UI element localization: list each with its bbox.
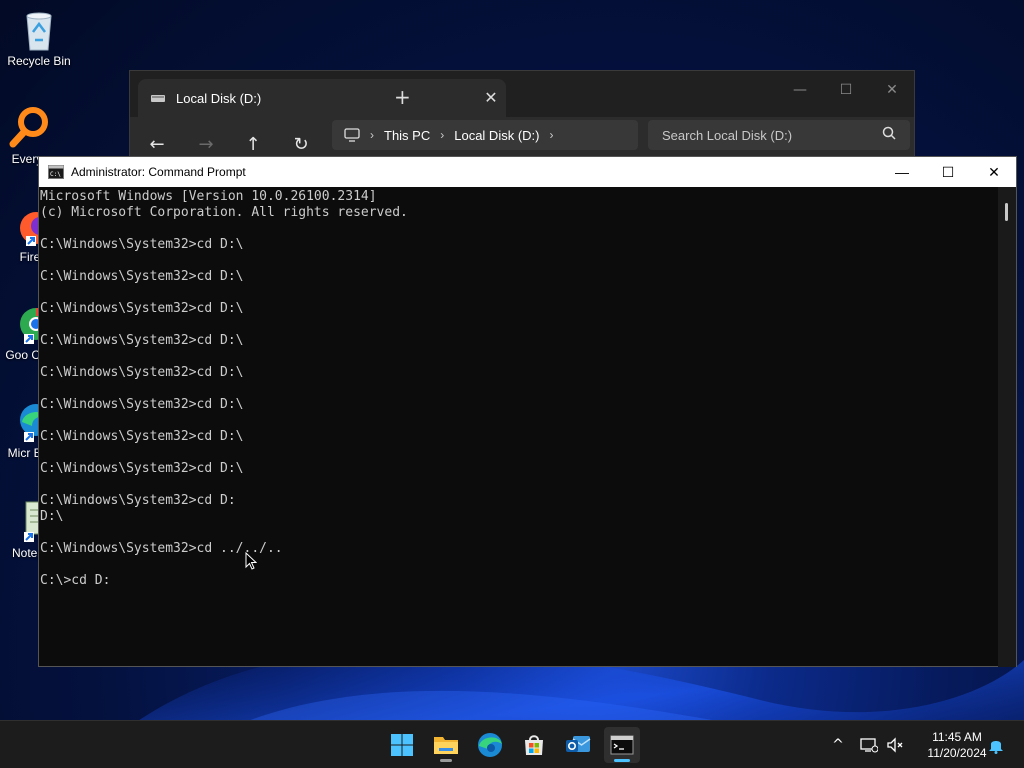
speaker-muted-icon xyxy=(887,737,903,753)
notification-bell-icon xyxy=(989,741,1003,754)
console-line: C:\Windows\System32>cd D:\ xyxy=(40,269,244,284)
recycle-bin-icon xyxy=(26,12,52,51)
console-line: C:\Windows\System32>cd D:\ xyxy=(40,333,244,348)
console-line: (c) Microsoft Corporation. All rights re… xyxy=(40,205,408,220)
desktop-icon-label: Recycle Bin xyxy=(7,54,71,68)
console-output[interactable]: Microsoft Windows [Version 10.0.26100.23… xyxy=(40,187,998,667)
new-tab-button[interactable]: + xyxy=(394,85,411,109)
chevron-right-icon: › xyxy=(440,128,445,142)
windows-logo-icon xyxy=(391,734,413,756)
console-line: C:\Windows\System32>cd D:\ xyxy=(40,237,244,252)
cmd-titlebar[interactable]: C:\ Administrator: Command Prompt — ☐ ✕ xyxy=(39,157,1016,187)
explorer-close-button[interactable]: ✕ xyxy=(872,77,912,103)
taskbar-outlook[interactable] xyxy=(560,727,596,763)
start-button[interactable] xyxy=(384,727,420,763)
volume-status[interactable] xyxy=(886,721,904,768)
console-line: C:\Windows\System32>cd ../../.. xyxy=(40,541,283,556)
console-line: C:\Windows\System32>cd D:\ xyxy=(40,397,244,412)
svg-text:C:\: C:\ xyxy=(50,171,61,178)
store-icon xyxy=(525,735,543,755)
drive-icon xyxy=(151,95,165,102)
app-active-indicator xyxy=(614,759,630,762)
explorer-minimize-button[interactable]: — xyxy=(780,77,820,103)
system-tray: ^ xyxy=(826,721,850,768)
console-line: C:\Windows\System32>cd D: xyxy=(40,493,236,508)
search-icon xyxy=(882,126,896,140)
forward-arrow-icon[interactable]: → xyxy=(194,133,218,157)
cmd-scrollbar[interactable] xyxy=(998,187,1016,667)
back-arrow-icon[interactable]: ← xyxy=(145,133,169,157)
explorer-maximize-button[interactable]: ☐ xyxy=(826,77,866,103)
console-line: C:\>cd D: xyxy=(40,573,111,588)
cmd-maximize-button[interactable]: ☐ xyxy=(925,157,971,187)
network-icon xyxy=(860,738,878,753)
console-line: C:\Windows\System32>cd D:\ xyxy=(40,429,244,444)
taskbar-edge[interactable] xyxy=(472,727,508,763)
show-hidden-icons-chevron-icon[interactable]: ^ xyxy=(826,737,850,753)
scrollbar-thumb[interactable] xyxy=(1005,203,1008,221)
this-pc-icon xyxy=(344,128,360,142)
desktop-icon-recycle-bin[interactable]: Recycle Bin xyxy=(1,8,77,68)
console-line: C:\Windows\System32>cd D:\ xyxy=(40,301,244,316)
chevron-right-icon: › xyxy=(370,128,374,142)
breadcrumb-this-pc[interactable]: This PC xyxy=(384,128,430,143)
mouse-cursor-icon xyxy=(245,552,257,570)
cmd-close-button[interactable]: ✕ xyxy=(971,157,1017,187)
network-status[interactable] xyxy=(860,721,878,768)
taskbar-microsoft-store[interactable] xyxy=(516,727,552,763)
chevron-right-icon[interactable]: › xyxy=(549,128,553,142)
command-prompt-icon: C:\ xyxy=(48,165,64,179)
file-explorer-window[interactable]: Local Disk (D:) ✕ + — ☐ ✕ ← → ↑ ↻ › This… xyxy=(129,70,915,171)
taskbar-file-explorer[interactable] xyxy=(428,727,464,763)
outlook-icon xyxy=(566,736,591,752)
cmd-minimize-button[interactable]: — xyxy=(879,157,925,187)
console-line: D:\ xyxy=(40,509,64,524)
up-arrow-icon[interactable]: ↑ xyxy=(241,133,265,157)
breadcrumb-local-disk[interactable]: Local Disk (D:) xyxy=(454,128,539,143)
taskbar: ^ 11:45 AM 11/20/2024 xyxy=(0,720,1024,768)
everything-search-icon xyxy=(9,107,48,148)
taskbar-terminal[interactable] xyxy=(604,727,640,763)
address-bar[interactable]: › This PC › Local Disk (D:) › xyxy=(332,120,638,150)
folder-icon xyxy=(434,737,458,754)
console-line: C:\Windows\System32>cd D:\ xyxy=(40,461,244,476)
app-running-indicator xyxy=(440,759,452,762)
explorer-tab[interactable]: Local Disk (D:) ✕ xyxy=(138,79,506,117)
console-line: C:\Windows\System32>cd D:\ xyxy=(40,365,244,380)
cmd-title: Administrator: Command Prompt xyxy=(71,165,246,179)
edge-icon xyxy=(478,733,502,757)
search-placeholder: Search Local Disk (D:) xyxy=(662,127,793,143)
command-prompt-window[interactable]: C:\ Administrator: Command Prompt — ☐ ✕ … xyxy=(38,156,1017,667)
explorer-tab-title: Local Disk (D:) xyxy=(176,90,262,106)
close-tab-icon[interactable]: ✕ xyxy=(476,88,506,108)
console-line: Microsoft Windows [Version 10.0.26100.23… xyxy=(40,189,377,204)
terminal-icon xyxy=(610,735,634,755)
notifications-button[interactable] xyxy=(988,721,1004,768)
explorer-search-input[interactable]: Search Local Disk (D:) xyxy=(648,120,910,150)
refresh-icon[interactable]: ↻ xyxy=(289,133,313,157)
